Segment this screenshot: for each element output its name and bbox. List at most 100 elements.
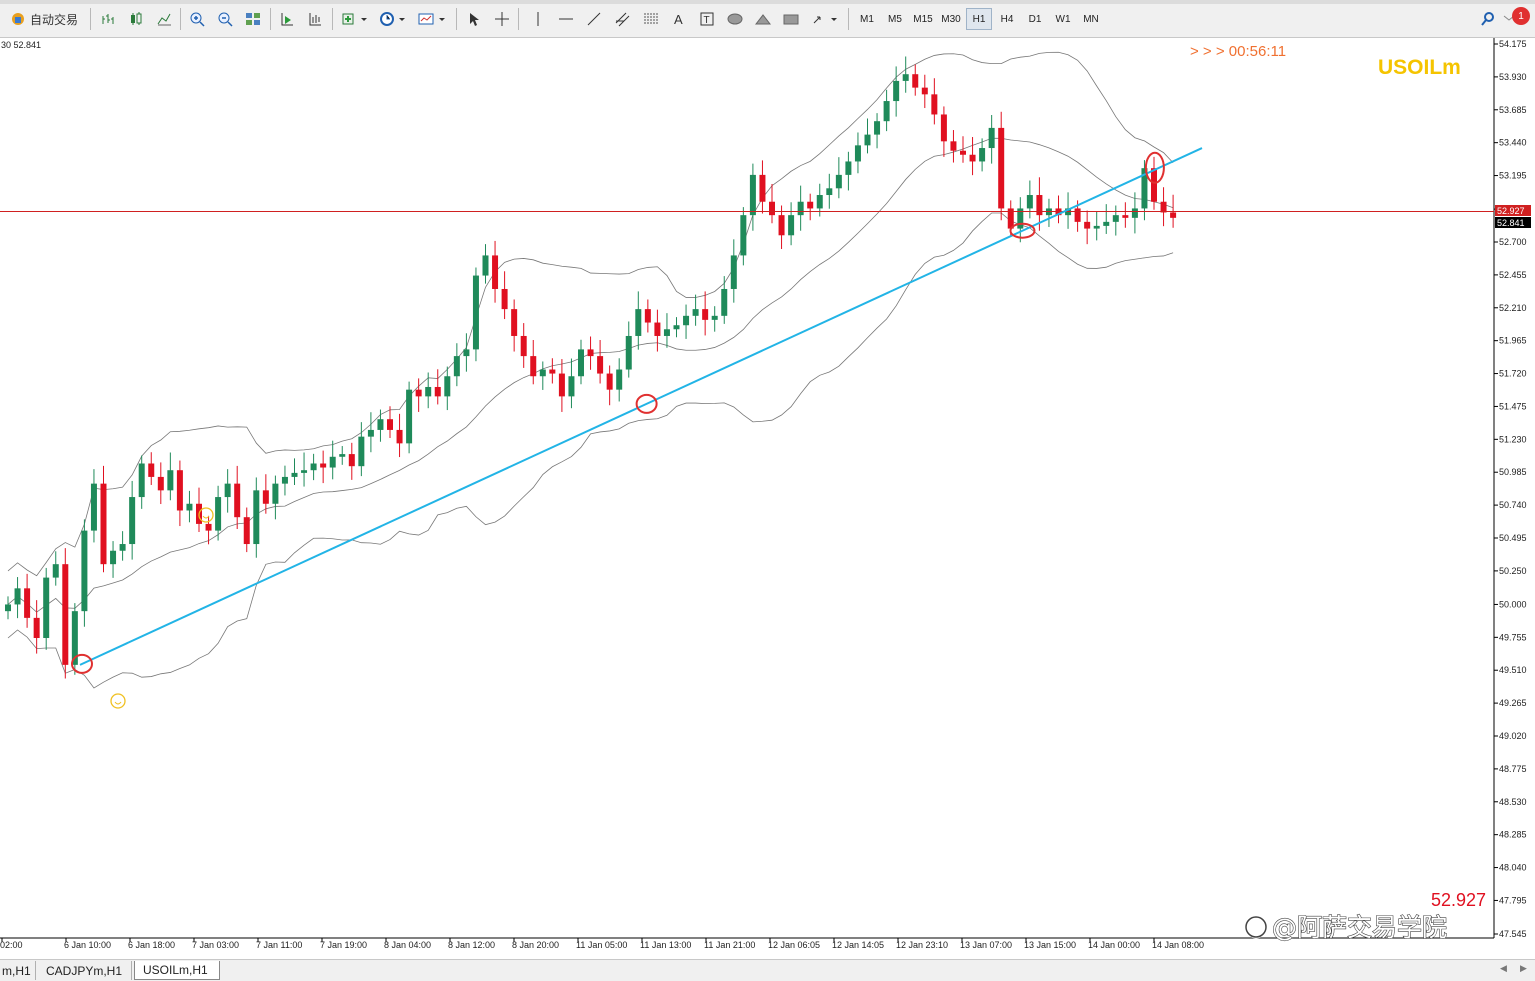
- rectangle-icon[interactable]: [780, 8, 802, 30]
- indicators-dropdown-icon[interactable]: [338, 8, 372, 30]
- bull-candle: [367, 429, 374, 437]
- tile-windows-icon[interactable]: [242, 8, 264, 30]
- bull-candle: [874, 121, 881, 135]
- bear-candle: [587, 349, 594, 357]
- bull-candle: [816, 195, 823, 209]
- bull-candle: [864, 134, 871, 146]
- channel-icon[interactable]: [612, 8, 634, 30]
- search-icon[interactable]: [1478, 8, 1498, 30]
- bull-candle: [979, 148, 986, 162]
- chart-shift-icon[interactable]: [304, 8, 326, 30]
- bull-candle: [740, 215, 747, 256]
- fibonacci-icon[interactable]: [640, 8, 662, 30]
- zoom-out-icon[interactable]: [214, 8, 236, 30]
- watermark-text: @阿萨交易学院: [1272, 913, 1447, 942]
- bull-candle: [110, 550, 117, 565]
- ellipse-icon[interactable]: [724, 8, 746, 30]
- notification-badge[interactable]: 1: [1512, 7, 1530, 25]
- bull-candle: [730, 255, 737, 289]
- bull-candle: [215, 497, 222, 531]
- tab-chart-2[interactable]: CADJPYm,H1: [38, 961, 132, 980]
- bull-candle: [883, 101, 890, 122]
- auto-scroll-icon[interactable]: [276, 8, 298, 30]
- vertical-line-icon[interactable]: [528, 8, 548, 30]
- timeframe-m15[interactable]: M15: [910, 8, 936, 30]
- price-tick-label: 50.250: [1499, 566, 1527, 576]
- time-tick-label: 11 Jan 05:00: [576, 940, 627, 950]
- chart-background: [0, 38, 1535, 959]
- bear-candle: [998, 127, 1005, 209]
- price-tick-label: 50.985: [1499, 467, 1527, 477]
- bear-candle: [549, 369, 556, 374]
- bear-candle: [1036, 195, 1043, 216]
- bear-candle: [262, 490, 269, 504]
- chart-area[interactable]: 54.17553.93053.68553.44053.19552.94552.7…: [0, 38, 1535, 959]
- triangle-icon[interactable]: [752, 8, 774, 30]
- bull-candle: [539, 369, 546, 377]
- bull-candle: [43, 577, 50, 639]
- price-tick-label: 52.210: [1499, 303, 1527, 313]
- timeframe-h4[interactable]: H4: [994, 8, 1020, 30]
- time-tick-label: 14 Jan 00:00: [1088, 940, 1140, 950]
- bull-candle: [5, 604, 11, 612]
- bear-candle: [157, 476, 164, 491]
- bull-candle: [129, 497, 136, 545]
- text-label-icon[interactable]: T: [696, 8, 718, 30]
- time-tick-label: 14 Jan 08:00: [1152, 940, 1204, 950]
- bear-candle: [234, 483, 241, 518]
- crosshair-icon[interactable]: [492, 8, 512, 30]
- time-tick-label: 8 Jan 12:00: [448, 940, 495, 950]
- bear-candle: [1084, 221, 1091, 229]
- bear-candle: [243, 517, 250, 545]
- chart-tabs: m,H1 CADJPYm,H1 USOILm,H1 ◀ ▶: [0, 959, 1535, 981]
- text-icon[interactable]: A: [670, 8, 688, 30]
- time-tick-label: 7 Jan 03:00: [192, 940, 239, 950]
- tab-chart-3[interactable]: USOILm,H1: [134, 961, 220, 980]
- zoom-in-icon[interactable]: [186, 8, 208, 30]
- price-tick-label: 48.530: [1499, 797, 1527, 807]
- line-chart-icon[interactable]: [154, 8, 174, 30]
- chart-info-label: 30 52.841: [1, 40, 41, 50]
- price-chart[interactable]: 54.17553.93053.68553.44053.19552.94552.7…: [0, 38, 1535, 959]
- bull-candle: [90, 483, 97, 531]
- cursor-icon[interactable]: [464, 8, 484, 30]
- arrows-dropdown-icon[interactable]: [808, 8, 842, 30]
- title-strip: [0, 0, 1535, 4]
- auto-trading-button[interactable]: 自动交易: [6, 8, 82, 30]
- timeframe-mn[interactable]: MN: [1078, 8, 1104, 30]
- bull-candle: [272, 483, 279, 504]
- bear-candle: [415, 389, 422, 397]
- bull-candle: [902, 74, 909, 81]
- bar-countdown: > > > 00:56:11: [1190, 43, 1286, 60]
- bear-candle: [100, 483, 107, 565]
- tab-chart-1[interactable]: m,H1: [0, 961, 36, 980]
- timeframe-m30[interactable]: M30: [938, 8, 964, 30]
- timeframe-d1[interactable]: D1: [1022, 8, 1048, 30]
- bull-candle: [253, 490, 260, 545]
- price-tick-label: 51.230: [1499, 434, 1527, 444]
- bull-candle: [406, 389, 413, 444]
- time-tick-label: 13 Jan 07:00: [960, 940, 1012, 950]
- bull-candle: [14, 588, 21, 605]
- timeframe-h1[interactable]: H1: [966, 8, 992, 30]
- watermark: @阿萨交易学院: [1244, 912, 1448, 943]
- auto-trading-label: 自动交易: [29, 12, 78, 27]
- bull-candle: [138, 463, 145, 498]
- time-tick-label: 6 Jan 10:00: [64, 940, 111, 950]
- tab-scroll-left-icon[interactable]: ◀: [1500, 964, 1507, 974]
- timeframe-m1[interactable]: M1: [854, 8, 880, 30]
- price-tick-label: 49.020: [1499, 731, 1527, 741]
- bull-candle: [797, 201, 804, 216]
- bear-candle: [1160, 201, 1167, 213]
- price-tick-label: 51.720: [1499, 369, 1527, 379]
- bear-candle: [807, 201, 814, 209]
- tab-scroll-right-icon[interactable]: ▶: [1520, 964, 1527, 974]
- periods-dropdown-icon[interactable]: [376, 8, 410, 30]
- bar-chart-icon[interactable]: [98, 8, 118, 30]
- candlestick-icon[interactable]: [126, 8, 146, 30]
- trendline-icon[interactable]: [584, 8, 604, 30]
- timeframe-w1[interactable]: W1: [1050, 8, 1076, 30]
- horizontal-line-icon[interactable]: [556, 8, 576, 30]
- timeframe-m5[interactable]: M5: [882, 8, 908, 30]
- templates-dropdown-icon[interactable]: [414, 8, 450, 30]
